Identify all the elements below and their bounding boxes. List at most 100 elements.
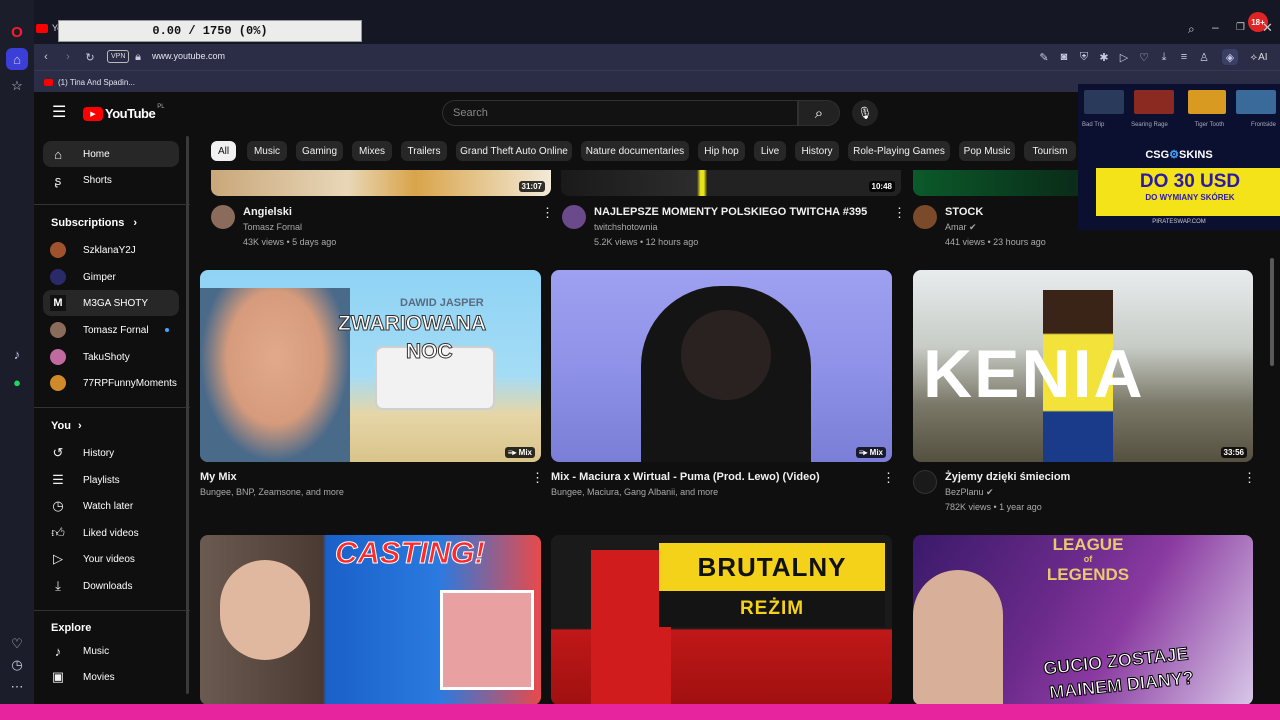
star-icon[interactable]: ☆	[6, 75, 28, 97]
sidebar-item-music[interactable]: ♪ Music	[43, 638, 179, 664]
sidebar-item-history[interactable]: ↺ History	[43, 440, 179, 466]
search-tabs-icon[interactable]: ⌕	[1188, 22, 1195, 37]
edit-icon[interactable]: ✎	[1036, 49, 1052, 65]
sidebar-item-subscription[interactable]: M M3GA SHOTY	[43, 290, 179, 316]
sidebar-item-movies[interactable]: ▣ Movies	[43, 664, 179, 690]
profile-icon[interactable]: ♙	[1196, 49, 1212, 65]
chip-all[interactable]: All	[211, 141, 236, 161]
more-vert-icon[interactable]: ⋮	[1243, 470, 1256, 486]
spotify-icon[interactable]: ●	[6, 371, 28, 393]
aria-button[interactable]: ⟡ AI	[1244, 48, 1274, 66]
sidebar-item-home[interactable]: ⌂ Home	[43, 141, 179, 167]
easy-setup-icon[interactable]: ≡	[1176, 49, 1192, 65]
shield-icon[interactable]: ⛨	[1076, 49, 1092, 65]
back-icon[interactable]: ‹	[38, 49, 54, 65]
search-button[interactable]: ⌕	[798, 100, 840, 126]
channel-name[interactable]: Tomasz Fornal	[243, 222, 302, 232]
sidebar-item-your-videos[interactable]: ▷ Your videos	[43, 546, 179, 572]
sidebar-item-subscription[interactable]: SzklanaY2J	[43, 237, 179, 263]
video-thumbnail[interactable]: DAWID JASPER ZWARIOWANA NOC ≡▸ Mix	[200, 270, 541, 462]
opera-logo-icon[interactable]: O	[6, 21, 28, 43]
sidebar-item-label: Downloads	[83, 580, 133, 592]
sidebar-scrollbar[interactable]	[186, 136, 189, 694]
sidebar-item-playlists[interactable]: ☰ Playlists	[43, 467, 179, 493]
search-input[interactable]: Search	[442, 100, 798, 126]
more-vert-icon[interactable]: ⋮	[893, 205, 906, 221]
hamburger-menu-icon[interactable]: ☰	[52, 105, 66, 121]
video-title[interactable]: Żyjemy dzięki śmieciom	[945, 471, 1070, 483]
more-vert-icon[interactable]: ⋮	[541, 205, 554, 221]
video-thumbnail[interactable]: ≡▸ Mix	[551, 270, 892, 462]
video-thumbnail[interactable]: 31:07	[211, 170, 551, 196]
sidebar-item-shorts[interactable]: ʂ Shorts	[43, 167, 179, 193]
chip-gta-online[interactable]: Grand Theft Auto Online	[456, 141, 572, 161]
channel-avatar[interactable]	[913, 205, 937, 229]
video-thumbnail[interactable]: BRUTALNY REŻIM	[551, 535, 892, 704]
chip-gaming[interactable]: Gaming	[296, 141, 343, 161]
chip-music[interactable]: Music	[247, 141, 287, 161]
chip-role-playing-games[interactable]: Role-Playing Games	[848, 141, 950, 161]
chip-pop-music[interactable]: Pop Music	[959, 141, 1015, 161]
sidebar-item-subscription[interactable]: Tomasz Fornal	[43, 317, 179, 343]
video-thumbnail[interactable]: 10:48	[561, 170, 901, 196]
sidebar-item-watch-later[interactable]: ◷ Watch later	[43, 493, 179, 519]
vpn-badge[interactable]: VPN	[107, 50, 130, 63]
chip-tourism[interactable]: Tourism	[1024, 141, 1076, 161]
channel-name[interactable]: BezPlanu ✔	[945, 487, 994, 498]
more-vert-icon[interactable]: ⋮	[882, 470, 895, 486]
subscriptions-heading[interactable]: Subscriptions ›	[51, 217, 137, 229]
download-icon[interactable]: ⤓	[1156, 49, 1172, 65]
more-vert-icon[interactable]: ⋮	[531, 470, 544, 486]
more-icon[interactable]: ⋯	[6, 676, 28, 698]
close-icon[interactable]: ✕	[1262, 20, 1273, 36]
video-title[interactable]: My Mix	[200, 471, 237, 483]
home-icon[interactable]: ⌂	[6, 48, 28, 70]
chip-mixes[interactable]: Mixes	[352, 141, 392, 161]
sidebar-item-subscription[interactable]: 77RPFunnyMoments	[43, 370, 179, 396]
video-thumbnail[interactable]: CASTING!	[200, 535, 541, 704]
channel-avatar[interactable]	[211, 205, 235, 229]
channel-avatar[interactable]	[913, 470, 937, 494]
video-title[interactable]: NAJLEPSZE MOMENTY POLSKIEGO TWITCHA #395	[594, 206, 867, 218]
sidebar-item-downloads[interactable]: ⤓ Downloads	[43, 573, 179, 599]
youtube-logo[interactable]: ▶ YouTube PL	[83, 104, 165, 121]
you-heading[interactable]: You ›	[51, 420, 82, 432]
video-thumbnail[interactable]	[913, 170, 1083, 196]
clock-icon[interactable]: ◷	[6, 654, 28, 676]
sidebar-item-liked-videos[interactable]: 👍︎ Liked videos	[43, 520, 179, 546]
chip-nature-documentaries[interactable]: Nature documentaries	[581, 141, 689, 161]
heart-icon[interactable]: ♡	[1136, 49, 1152, 65]
restore-icon[interactable]: ❐	[1236, 22, 1245, 33]
page-scrollbar[interactable]	[1270, 258, 1274, 366]
url-field[interactable]: www.youtube.com	[152, 51, 225, 61]
video-title[interactable]: Mix - Maciura x Wirtual - Puma (Prod. Le…	[551, 471, 820, 483]
ad-banner[interactable]: Bad Trip Searing Rage Tiger Tooth Fronts…	[1078, 84, 1280, 230]
league-logo: LEAGUE of LEGENDS	[1028, 536, 1148, 583]
chip-trailers[interactable]: Trailers	[401, 141, 447, 161]
voice-search-button[interactable]: 🎙︎	[852, 100, 878, 126]
reload-icon[interactable]: ↻	[82, 49, 98, 65]
extensions-icon[interactable]: ✱	[1096, 49, 1112, 65]
video-title[interactable]: Angielski	[243, 206, 292, 218]
tiktok-icon[interactable]: ♪	[6, 343, 28, 365]
video-title[interactable]: STOCK	[945, 206, 983, 218]
cube-icon[interactable]: ◈	[1222, 49, 1238, 65]
channel-name[interactable]: Amar ✔	[945, 222, 977, 233]
heart-icon[interactable]: ♡	[6, 633, 28, 655]
sidebar-item-label: Gimper	[83, 271, 116, 283]
chip-hip-hop[interactable]: Hip hop	[698, 141, 745, 161]
channel-avatar[interactable]	[562, 205, 586, 229]
video-thumbnail[interactable]: KENIA 33:56	[913, 270, 1253, 462]
bookmark-item[interactable]: (1) Tina And Spadin...	[44, 75, 135, 89]
player-icon[interactable]: ▷	[1116, 49, 1132, 65]
video-thumbnail[interactable]: LEAGUE of LEGENDS GUCIO ZOSTAJE MAINEM D…	[913, 535, 1253, 704]
forward-icon[interactable]: ›	[60, 49, 76, 65]
skin-name: Bad Trip	[1082, 122, 1105, 128]
minimize-icon[interactable]: –	[1212, 20, 1219, 34]
chip-live[interactable]: Live	[754, 141, 786, 161]
sidebar-item-subscription[interactable]: Gimper	[43, 264, 179, 290]
sidebar-item-subscription[interactable]: TakuShoty	[43, 344, 179, 370]
channel-name[interactable]: twitchshotownia	[594, 222, 658, 232]
chip-history[interactable]: History	[795, 141, 839, 161]
camera-icon[interactable]: ◙	[1056, 49, 1072, 65]
